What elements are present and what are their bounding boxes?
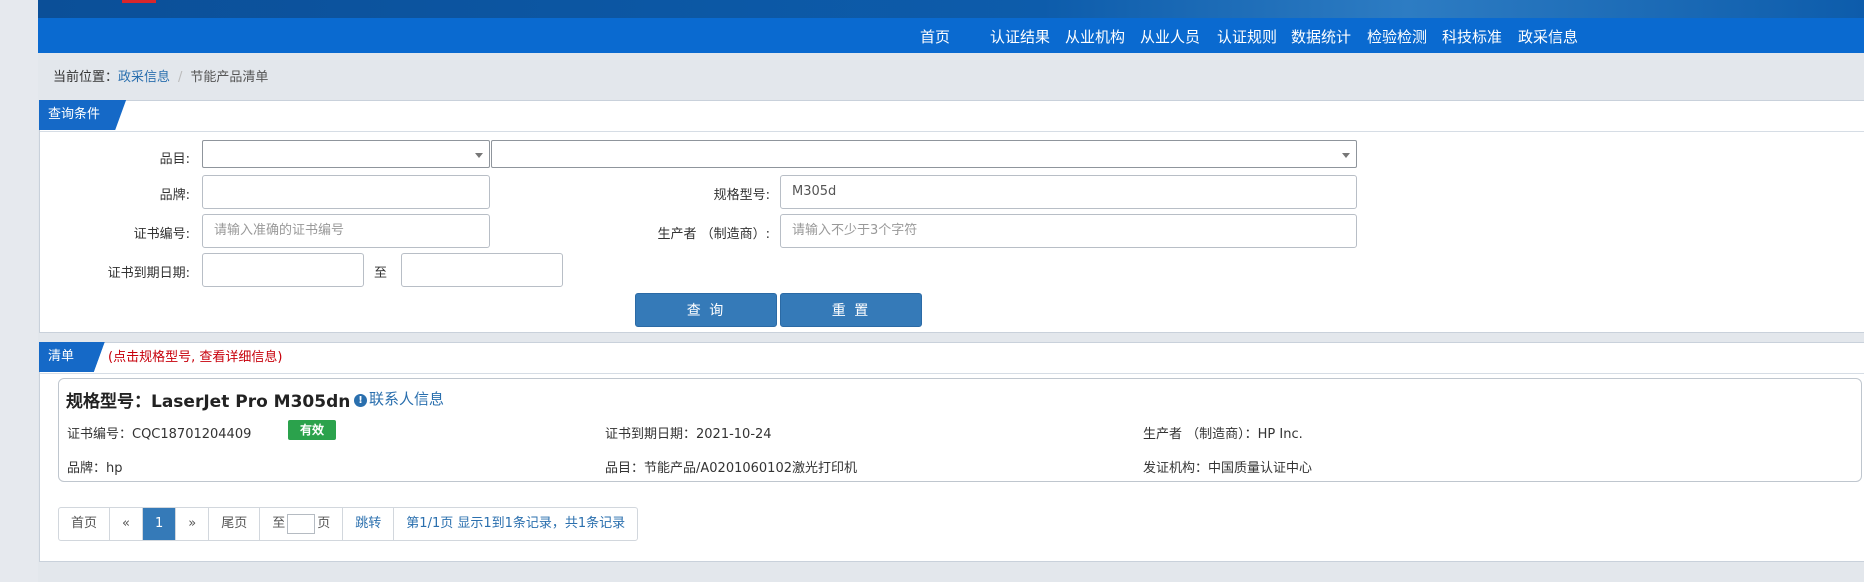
header-banner [38,0,1864,18]
nav-item-inspection[interactable]: 检验检测 [1367,18,1427,53]
brand-input[interactable] [202,175,490,209]
query-panel-tag: 查询条件 [39,100,135,130]
pager-page-input[interactable] [287,513,316,534]
nav-item-cert-results[interactable]: 认证结果 [990,18,1050,53]
record-expiry: 证书到期日期：2021-10-24 [605,427,772,442]
breadcrumb: 当前位置：政采信息 / 节能产品清单 [53,66,268,86]
expiry-to-input[interactable] [401,253,563,287]
record-model-title[interactable]: 规格型号：LaserJet Pro M305dn [66,387,350,412]
contact-info-label: 联系人信息 [369,390,445,408]
breadcrumb-current: 节能产品清单 [190,70,269,85]
main-nav: 首页 认证结果 从业机构 从业人员 认证规则 数据统计 检验检测 科技标准 政采… [38,18,1864,53]
nav-item-cert-rules[interactable]: 认证规则 [1217,18,1277,53]
subcategory-select[interactable] [491,140,1357,168]
nav-item-standards[interactable]: 科技标准 [1442,18,1502,53]
chevron-down-icon [1342,153,1350,158]
pagination: 首页 « 1 » 尾页 至页 跳转 第1/1页 显示1到1条记录，共1条记录 [58,507,639,541]
record-category: 品目：节能产品/A0201060102激光打印机 [605,461,857,476]
status-badge: 有效 [288,420,336,440]
nav-item-institutions[interactable]: 从业机构 [1065,18,1125,53]
expiry-label: 证书到期日期: [107,266,190,281]
nav-item-home[interactable]: 首页 [920,18,950,53]
record-issuer: 发证机构：中国质量认证中心 [1143,461,1313,476]
brand-label: 品牌: [159,188,190,203]
pager-last[interactable]: 尾页 [209,508,261,540]
list-item: 规格型号：LaserJet Pro M305dn ! 联系人信息 证书编号：CQC… [58,378,1862,482]
info-icon: ! [354,394,367,407]
record-brand: 品牌：hp [67,461,123,476]
pager-prev[interactable]: « [110,508,143,540]
pager-current-page[interactable]: 1 [142,508,177,540]
cert-no-label: 证书编号: [133,227,190,242]
pager-goto-suffix: 页 [317,516,331,531]
category-select[interactable] [202,140,490,168]
left-gutter [0,0,38,582]
record-producer: 生产者 （制造商）：HP Inc. [1143,427,1303,442]
date-range-separator: 至 [374,266,388,281]
model-label: 规格型号: [713,188,770,203]
chevron-down-icon [475,153,483,158]
logo-fragment [122,0,156,3]
producer-input[interactable]: 请输入不少于3个字符 [780,214,1357,248]
nav-item-personnel[interactable]: 从业人员 [1140,18,1200,53]
pager-goto-prefix: 至 [272,516,286,531]
search-button[interactable]: 查 询 [635,293,777,327]
pager-jump-button[interactable]: 跳转 [343,508,395,540]
contact-info-link[interactable]: ! 联系人信息 [354,388,444,409]
list-panel-tag: 清单 [39,342,109,372]
pager-goto: 至页 [260,508,344,540]
query-panel-header: 查询条件 [39,100,1864,132]
breadcrumb-separator: / [178,70,183,85]
category-label: 品目: [159,152,190,167]
pager-next[interactable]: » [176,508,210,540]
pager-summary: 第1/1页 显示1到1条记录，共1条记录 [406,516,626,531]
breadcrumb-prefix: 当前位置： [53,70,119,85]
cert-no-input[interactable]: 请输入准确的证书编号 [202,214,490,248]
model-input[interactable]: M305d [780,175,1357,209]
pager-first[interactable]: 首页 [59,508,111,540]
nav-item-procurement[interactable]: 政采信息 [1518,18,1578,53]
list-hint: (点击规格型号, 查看详细信息) [108,350,283,365]
breadcrumb-parent-link[interactable]: 政采信息 [118,70,170,85]
reset-button[interactable]: 重 置 [780,293,922,327]
nav-item-statistics[interactable]: 数据统计 [1291,18,1351,53]
producer-label: 生产者 （制造商）: [657,227,770,242]
expiry-from-input[interactable] [202,253,364,287]
list-panel-header: 清单 (点击规格型号, 查看详细信息) [39,342,1864,374]
record-cert-no: 证书编号：CQC18701204409 [67,427,252,442]
